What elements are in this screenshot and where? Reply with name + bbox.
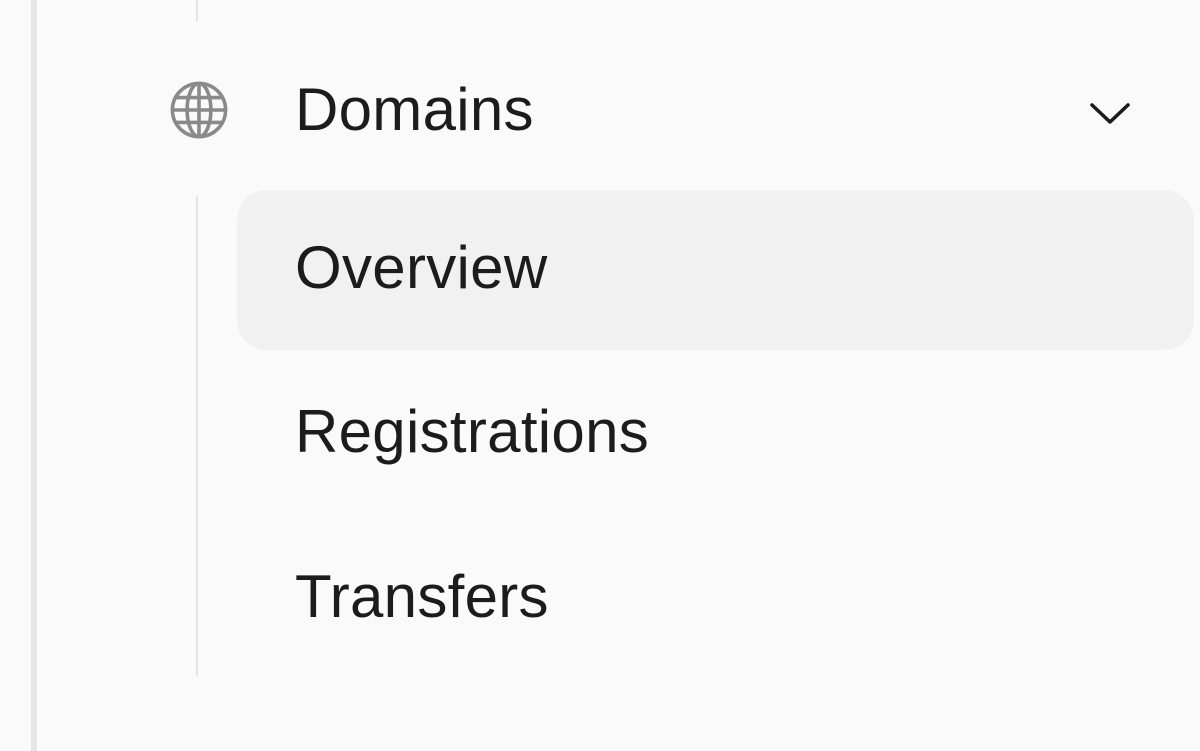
domains-group-header[interactable]: Domains <box>150 52 1160 168</box>
tree-connector-line <box>196 0 198 22</box>
globe-icon <box>170 81 228 139</box>
sidebar-item-registrations[interactable]: Registrations <box>237 354 1194 514</box>
sidebar-item-label: Registrations <box>295 398 650 465</box>
sidebar-item-transfers[interactable]: Transfers <box>237 519 1194 679</box>
chevron-down-icon[interactable] <box>1087 97 1133 129</box>
sidebar-border <box>31 0 37 751</box>
sidebar-item-label: Overview <box>295 234 548 301</box>
domains-group-label: Domains <box>295 76 534 143</box>
sidebar-item-overview[interactable]: Overview <box>237 190 1194 350</box>
tree-connector-line <box>196 196 198 676</box>
sidebar-panel: Domains Overview Registrations Transfers <box>0 0 1200 751</box>
sidebar-item-label: Transfers <box>295 563 549 630</box>
